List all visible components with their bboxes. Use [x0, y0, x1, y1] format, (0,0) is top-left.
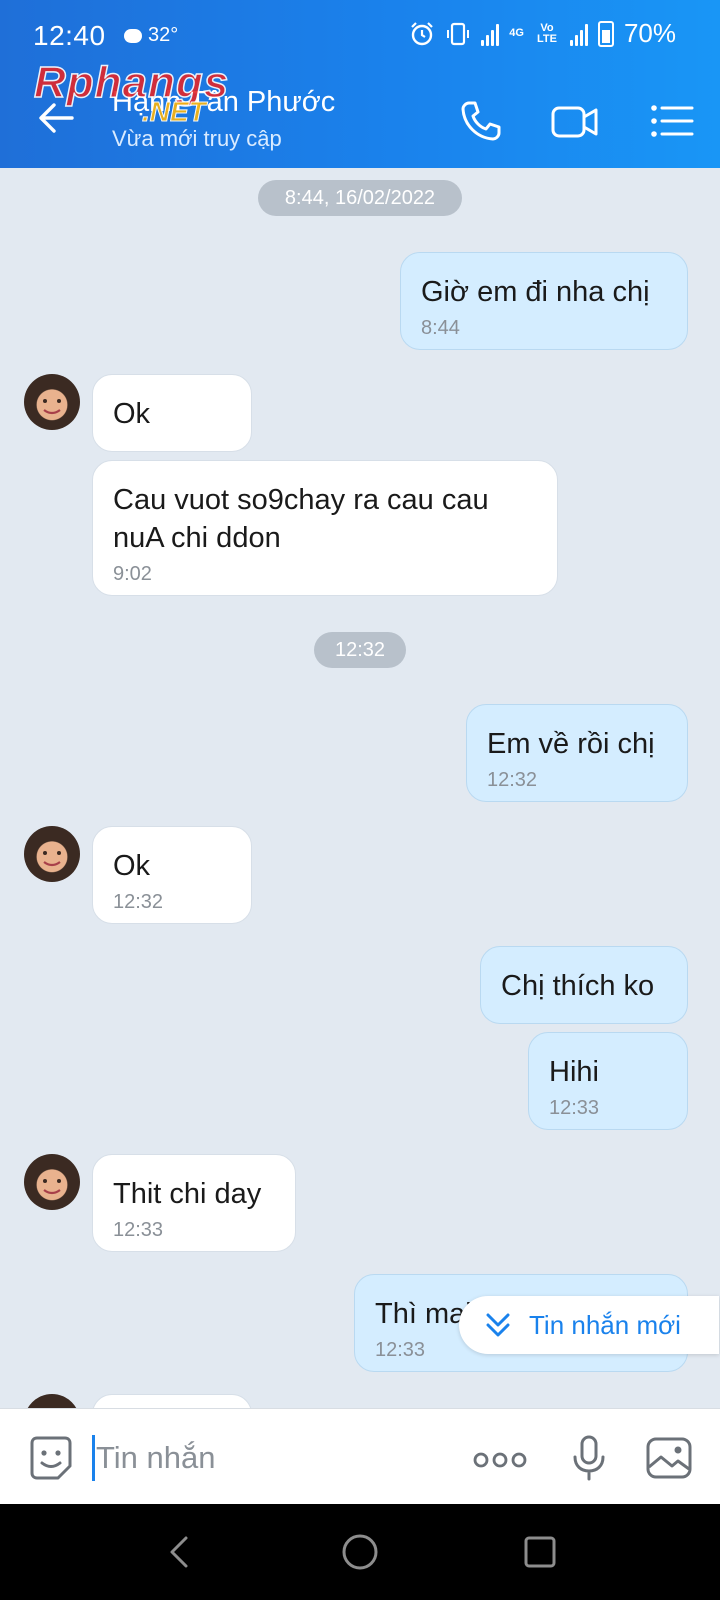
- signal-icon: [481, 22, 500, 46]
- double-chevron-down-icon: [486, 1313, 510, 1337]
- message-time: 12:32: [487, 769, 538, 791]
- sticker-icon[interactable]: [26, 1433, 76, 1483]
- message-composer: [0, 1408, 720, 1504]
- video-call-icon[interactable]: [550, 96, 600, 146]
- temperature: 32°: [148, 24, 179, 46]
- status-bar: 12:40 32° 4G Vo LTE 70%: [0, 0, 720, 72]
- message-bubble-incoming-partial[interactable]: [92, 1394, 252, 1408]
- message-text: Cau vuot so9chay ra cau cau nuA chi ddon: [113, 484, 489, 554]
- volte-indicator: Vo LTE: [536, 21, 557, 45]
- new-messages-label: Tin nhắn mới: [529, 1309, 681, 1340]
- message-bubble-outgoing[interactable]: Giờ em đi nha chị 8:44: [400, 252, 688, 350]
- vibrate-icon: [447, 22, 470, 45]
- message-bubble-incoming[interactable]: Cau vuot so9chay ra cau cau nuA chi ddon…: [92, 460, 558, 596]
- status-icons: 4G Vo LTE 70%: [409, 18, 676, 49]
- message-time: 9:02: [113, 563, 152, 585]
- cloud-icon: [124, 28, 142, 43]
- nav-back-icon[interactable]: [158, 1530, 202, 1574]
- message-text: Chị thích ko: [501, 970, 655, 1002]
- contact-face-icon: [43, 399, 61, 415]
- avatar[interactable]: [24, 1394, 80, 1408]
- message-bubble-outgoing[interactable]: Em về rồi chị 12:32: [466, 704, 688, 802]
- contact-name[interactable]: Hạnh Tân Phước: [112, 86, 335, 119]
- chat-header: Hạnh Tân Phước Vừa mới truy cập: [0, 72, 720, 168]
- message-text: Thit chi day: [113, 1178, 262, 1210]
- menu-list-icon[interactable]: [648, 96, 698, 146]
- message-input[interactable]: [96, 1437, 446, 1479]
- time-divider: 12:32: [314, 632, 406, 668]
- gallery-icon[interactable]: [644, 1433, 694, 1483]
- message-bubble-outgoing[interactable]: Chị thích ko: [480, 946, 688, 1024]
- battery-icon: [597, 20, 614, 47]
- message-bubble-incoming[interactable]: Ok: [92, 374, 252, 452]
- avatar[interactable]: [24, 826, 80, 882]
- message-time: 12:32: [113, 891, 164, 913]
- avatar[interactable]: [24, 1154, 80, 1210]
- message-text: Em về rồi chị: [487, 728, 655, 760]
- contact-status: Vừa mới truy cập: [112, 126, 282, 151]
- nav-home-icon[interactable]: [338, 1530, 382, 1574]
- message-text: Ok: [113, 850, 151, 882]
- system-navigation-bar: [0, 1504, 720, 1600]
- app-header-area: 12:40 32° 4G Vo LTE 70% Hạnh Tân Phước V…: [0, 0, 720, 168]
- nav-recents-icon[interactable]: [518, 1530, 562, 1574]
- message-time: 12:33: [549, 1097, 600, 1119]
- weather-indicator: 32°: [124, 24, 178, 47]
- message-time: 8:44: [421, 317, 460, 339]
- status-time: 12:40: [33, 20, 106, 51]
- contact-face-icon: [43, 851, 61, 867]
- contact-face-icon: [24, 1394, 80, 1408]
- more-options-icon[interactable]: [472, 1435, 528, 1485]
- message-bubble-incoming[interactable]: Ok 12:32: [92, 826, 252, 924]
- date-divider: 8:44, 16/02/2022: [258, 180, 462, 216]
- back-arrow-icon[interactable]: [34, 96, 78, 140]
- network-type: 4G: [509, 27, 524, 39]
- battery-percent: 70%: [623, 18, 676, 48]
- message-list[interactable]: 8:44, 16/02/2022 Giờ em đi nha chị 8:44 …: [0, 168, 720, 1408]
- microphone-icon[interactable]: [564, 1433, 614, 1483]
- phone-icon[interactable]: [456, 96, 506, 146]
- new-messages-button[interactable]: Tin nhắn mới: [459, 1296, 719, 1354]
- message-text: Hihi: [549, 1056, 599, 1088]
- message-bubble-incoming[interactable]: Thit chi day 12:33: [92, 1154, 296, 1252]
- contact-face-icon: [43, 1179, 61, 1195]
- alarm-icon: [411, 21, 434, 45]
- signal-icon-2: [569, 22, 588, 46]
- avatar[interactable]: [24, 374, 80, 430]
- message-text: Ok: [113, 398, 151, 430]
- message-text: Giờ em đi nha chị: [421, 276, 650, 308]
- message-bubble-outgoing[interactable]: Hihi 12:33: [528, 1032, 688, 1130]
- text-cursor: [92, 1435, 95, 1481]
- message-time: 12:33: [113, 1219, 164, 1241]
